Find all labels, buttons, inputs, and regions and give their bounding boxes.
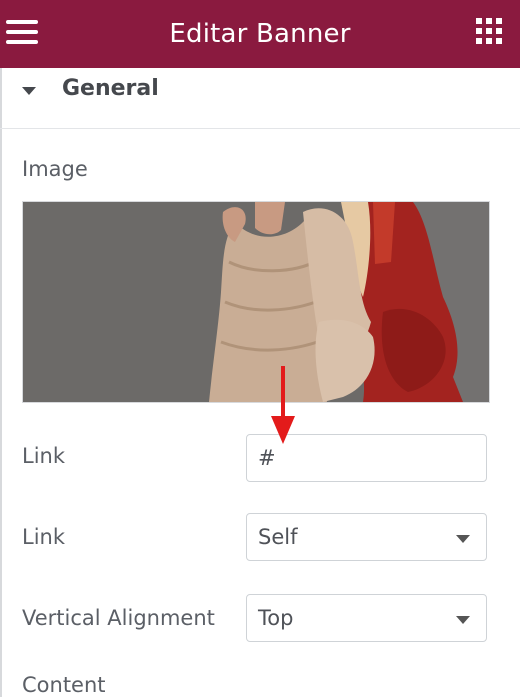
chevron-down-icon xyxy=(456,616,470,624)
chevron-down-icon xyxy=(456,535,470,543)
link-target-value: Self xyxy=(258,525,298,549)
vertical-alignment-label: Vertical Alignment xyxy=(22,606,215,630)
panel-left-border xyxy=(0,68,2,697)
content-label: Content xyxy=(22,673,106,697)
grid-apps-icon[interactable] xyxy=(476,18,502,44)
red-arrow-annotation xyxy=(271,366,295,444)
vertical-alignment-value: Top xyxy=(258,606,294,630)
hamburger-menu-icon[interactable] xyxy=(6,18,40,46)
editor-header: Editar Banner xyxy=(0,0,520,68)
link-target-label: Link xyxy=(22,525,66,549)
banner-image xyxy=(23,202,489,402)
caret-down-icon xyxy=(22,87,36,95)
page-title: Editar Banner xyxy=(169,19,351,49)
section-general-toggle[interactable]: General xyxy=(0,68,520,129)
vertical-alignment-select[interactable]: Top xyxy=(246,594,487,642)
link-target-select[interactable]: Self xyxy=(246,513,487,561)
section-title: General xyxy=(62,76,159,101)
link-label: Link xyxy=(22,444,66,468)
image-preview[interactable] xyxy=(22,201,490,403)
image-label: Image xyxy=(22,157,88,181)
link-url-input[interactable] xyxy=(258,446,458,470)
